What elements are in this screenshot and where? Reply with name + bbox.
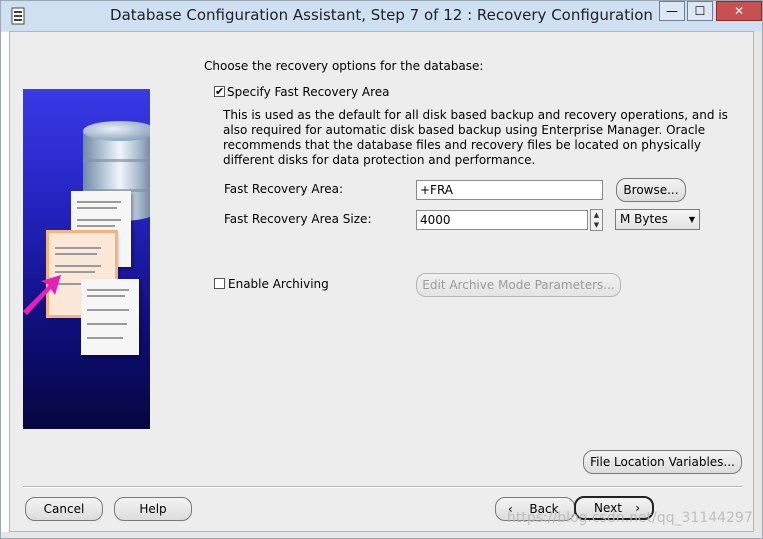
watermark-text: https://blog.csdn.net/qq_31144297 [507,510,753,526]
enable-archiving-label[interactable]: Enable Archiving [228,277,329,291]
chevron-down-icon: ▼ [688,215,695,224]
enable-archiving-checkbox[interactable] [214,278,225,289]
fast-recovery-checkbox[interactable]: ✔ [214,86,225,97]
intro-text: Choose the recovery options for the data… [204,59,484,73]
cylinder-top [83,121,150,141]
help-button[interactable]: Help [114,497,192,521]
cancel-button[interactable]: Cancel [25,497,103,521]
close-button[interactable]: ✕ [716,1,762,21]
title-bar[interactable]: Database Configuration Assistant, Step 7… [1,1,762,31]
wizard-illustration [23,89,150,429]
fast-recovery-checkbox-label[interactable]: Specify Fast Recovery Area [227,85,389,99]
size-spinner[interactable]: ▲ ▼ [590,209,603,231]
footer-divider [23,486,742,488]
maximize-button[interactable]: ☐ [687,1,713,21]
fast-recovery-area-input[interactable]: +FRA [416,180,603,200]
cylinder-band [83,159,150,162]
spinner-up-icon[interactable]: ▲ [591,210,602,220]
fast-recovery-description: This is used as the default for all disk… [223,108,728,167]
arrow-icon [23,275,61,315]
browse-button[interactable]: Browse... [616,178,686,202]
minimize-button[interactable]: — [659,1,685,21]
window-left-edge [1,32,9,532]
edit-archive-params-button[interactable]: Edit Archive Mode Parameters... [416,273,621,297]
fast-recovery-area-label: Fast Recovery Area: [224,182,344,196]
fast-recovery-size-input[interactable]: 4000 [416,210,588,230]
file-location-variables-button[interactable]: File Location Variables... [583,450,742,474]
fast-recovery-size-label: Fast Recovery Area Size: [224,212,372,226]
size-unit-select[interactable]: M Bytes ▼ [615,209,700,230]
document-icon [81,279,139,355]
spinner-down-icon[interactable]: ▼ [591,220,602,230]
size-unit-value: M Bytes [620,212,668,226]
dbca-window: Database Configuration Assistant, Step 7… [0,0,763,539]
window-title: Database Configuration Assistant, Step 7… [110,6,653,24]
